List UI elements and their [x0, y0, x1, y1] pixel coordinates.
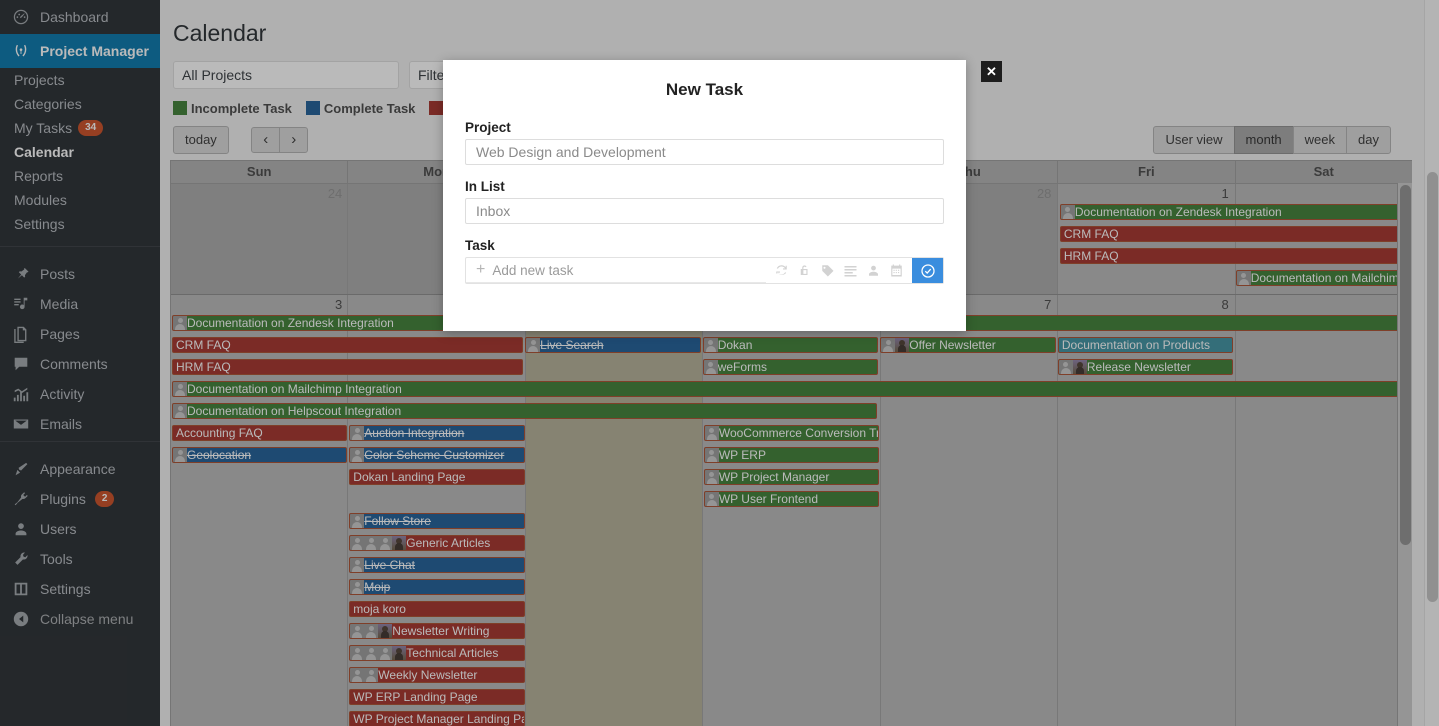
- modal-title: New Task: [665, 80, 744, 99]
- project-select[interactable]: Web Design and Development: [465, 139, 944, 165]
- modal-body: Project Web Design and Development In Li…: [443, 120, 966, 284]
- in-list-field-label: In List: [465, 179, 505, 194]
- recurring-icon[interactable]: [774, 263, 789, 278]
- task-option-icons: [766, 258, 912, 283]
- in-list-select[interactable]: Inbox: [465, 198, 944, 224]
- admin-page: Dashboard Project Manager Projects Categ…: [0, 0, 1439, 726]
- task-field-label: Task: [465, 238, 495, 253]
- new-task-input[interactable]: + Add new task: [466, 258, 766, 283]
- tag-icon[interactable]: [820, 263, 835, 278]
- plus-icon: +: [476, 261, 486, 278]
- new-task-row: + Add new task: [465, 257, 944, 284]
- new-task-placeholder: Add new task: [492, 262, 574, 278]
- submit-check-icon[interactable]: [912, 258, 943, 283]
- close-modal-button[interactable]: ✕: [981, 61, 1002, 82]
- project-field-label: Project: [465, 120, 511, 135]
- description-icon[interactable]: [843, 263, 858, 278]
- calendar-icon[interactable]: [889, 263, 904, 278]
- assignee-icon[interactable]: [866, 263, 881, 278]
- new-task-modal: New Task Project Web Design and Developm…: [443, 60, 966, 331]
- lock-icon[interactable]: [797, 263, 812, 278]
